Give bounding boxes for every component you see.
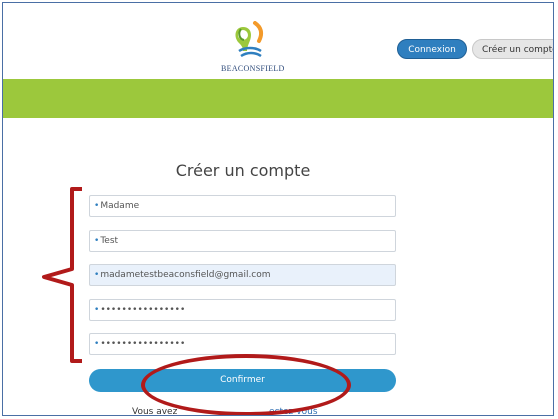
field-value: Madame: [100, 201, 140, 211]
login-prompt-text: Vous avez: [132, 407, 178, 416]
field-value: Test: [100, 236, 119, 246]
confirm-password-field[interactable]: •••••••••••••••••: [89, 333, 396, 355]
tree-logo-icon: [235, 21, 264, 58]
first-name-field[interactable]: •Madame: [89, 195, 396, 217]
field-value: ••••••••••••••••: [100, 305, 186, 315]
annotation-bracket-icon: [42, 187, 82, 363]
field-value: madametestbeaconsfield@gmail.com: [100, 270, 271, 280]
logo-text: BEACONSFIELD: [221, 64, 285, 73]
required-marker-icon: •: [94, 305, 100, 315]
last-name-field[interactable]: •Test: [89, 230, 396, 252]
login-button[interactable]: Connexion: [397, 39, 467, 59]
required-marker-icon: •: [94, 236, 100, 246]
required-marker-icon: •: [94, 339, 100, 349]
green-banner: [3, 79, 553, 118]
create-account-button[interactable]: Créer un compte: [472, 39, 553, 59]
beaconsfield-logo[interactable]: BEACONSFIELD: [221, 21, 285, 73]
page-frame: BEACONSFIELD Connexion Créer un compte C…: [2, 2, 554, 416]
required-marker-icon: •: [94, 201, 100, 211]
page-title: Créer un compte: [175, 161, 311, 180]
field-value: ••••••••••••••••: [100, 339, 186, 349]
email-field[interactable]: •madametestbeaconsfield@gmail.com: [89, 264, 396, 286]
password-field[interactable]: •••••••••••••••••: [89, 299, 396, 321]
required-marker-icon: •: [94, 270, 100, 280]
annotation-circle-icon: [141, 354, 351, 415]
